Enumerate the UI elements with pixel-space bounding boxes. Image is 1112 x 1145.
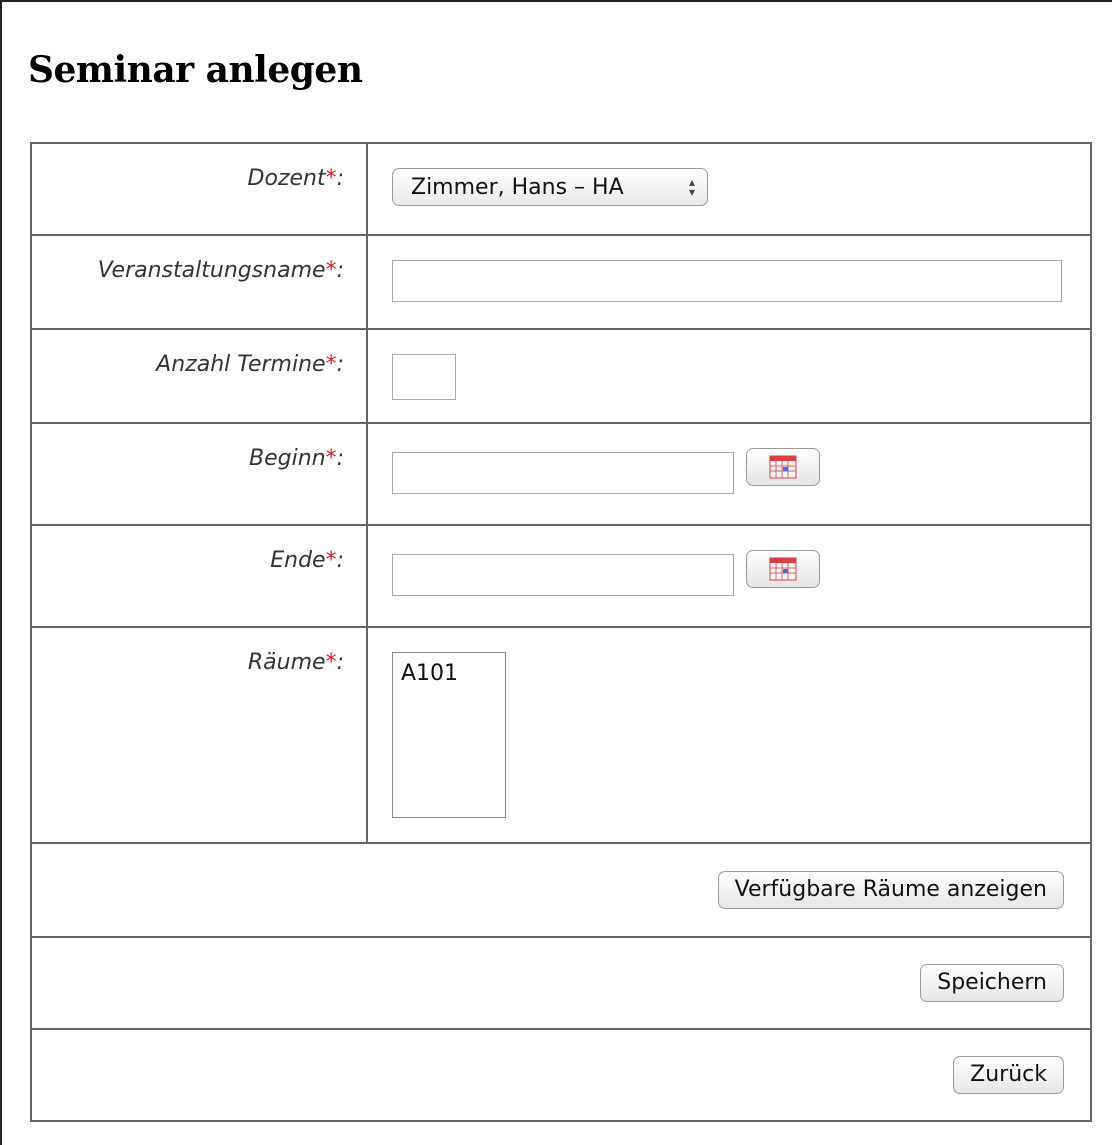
row-save: Speichern: [30, 936, 1092, 1030]
required-marker: *: [325, 650, 337, 675]
required-marker: *: [325, 446, 337, 471]
beginn-label-text: Beginn: [248, 446, 326, 471]
label-colon: :: [336, 446, 344, 471]
dozent-label: Dozent*:: [30, 142, 368, 236]
row-beginn: Beginn*:: [30, 422, 1092, 526]
required-marker: *: [325, 258, 337, 283]
ende-calendar-button[interactable]: [746, 550, 820, 588]
beginn-input[interactable]: [392, 452, 734, 494]
row-anzahl-termine: Anzahl Termine*:: [30, 328, 1092, 424]
veranstaltungsname-label-text: Veranstaltungsname: [97, 258, 326, 283]
ende-date-picker: [392, 550, 1090, 596]
raeume-listbox[interactable]: A101: [392, 652, 506, 818]
row-dozent: Dozent*: Zimmer, Hans – HA ▴ ▾: [30, 142, 1092, 236]
anzahl-termine-label-text: Anzahl Termine: [156, 352, 326, 377]
ende-label: Ende*:: [30, 524, 368, 628]
label-colon: :: [336, 548, 344, 573]
raeume-label-text: Räume: [247, 650, 326, 675]
row-veranstaltungsname: Veranstaltungsname*:: [30, 234, 1092, 330]
calendar-icon: [769, 557, 797, 581]
raeume-option[interactable]: A101: [401, 661, 497, 686]
label-colon: :: [336, 166, 344, 191]
anzahl-termine-cell: [366, 328, 1092, 424]
label-colon: :: [336, 650, 344, 675]
veranstaltungsname-input[interactable]: [392, 260, 1062, 302]
veranstaltungsname-label: Veranstaltungsname*:: [30, 234, 368, 330]
dozent-cell: Zimmer, Hans – HA ▴ ▾: [366, 142, 1092, 236]
ende-input[interactable]: [392, 554, 734, 596]
row-raeume: Räume*: A101: [30, 626, 1092, 844]
dozent-label-text: Dozent: [247, 166, 326, 191]
show-available-rooms-button[interactable]: Verfügbare Räume anzeigen: [717, 871, 1064, 909]
calendar-icon: [769, 455, 797, 479]
label-colon: :: [336, 352, 344, 377]
back-cell: Zurück: [30, 1028, 1092, 1122]
label-colon: :: [336, 258, 344, 283]
show-rooms-cell: Verfügbare Räume anzeigen: [30, 842, 1092, 938]
beginn-cell: [366, 422, 1092, 526]
anzahl-termine-label: Anzahl Termine*:: [30, 328, 368, 424]
required-marker: *: [325, 166, 337, 191]
row-show-rooms: Verfügbare Räume anzeigen: [30, 842, 1092, 938]
ende-label-text: Ende: [270, 548, 326, 573]
save-cell: Speichern: [30, 936, 1092, 1030]
veranstaltungsname-cell: [366, 234, 1092, 330]
raeume-label: Räume*:: [30, 626, 368, 844]
dozent-selected-value: Zimmer, Hans – HA: [411, 174, 624, 200]
beginn-calendar-button[interactable]: [746, 448, 820, 486]
beginn-date-picker: [392, 448, 1090, 494]
required-marker: *: [325, 352, 337, 377]
page-title: Seminar anlegen: [28, 49, 363, 91]
save-button[interactable]: Speichern: [920, 964, 1064, 1002]
back-button[interactable]: Zurück: [953, 1056, 1064, 1094]
ende-cell: [366, 524, 1092, 628]
seminar-form: Dozent*: Zimmer, Hans – HA ▴ ▾ Veranstalt…: [30, 142, 1092, 1122]
row-back: Zurück: [30, 1028, 1092, 1122]
beginn-label: Beginn*:: [30, 422, 368, 526]
row-ende: Ende*:: [30, 524, 1092, 628]
anzahl-termine-input[interactable]: [392, 354, 456, 400]
required-marker: *: [325, 548, 337, 573]
raeume-cell: A101: [366, 626, 1092, 844]
dozent-select[interactable]: Zimmer, Hans – HA ▴ ▾: [392, 168, 708, 206]
updown-arrows-icon: ▴ ▾: [688, 175, 695, 199]
